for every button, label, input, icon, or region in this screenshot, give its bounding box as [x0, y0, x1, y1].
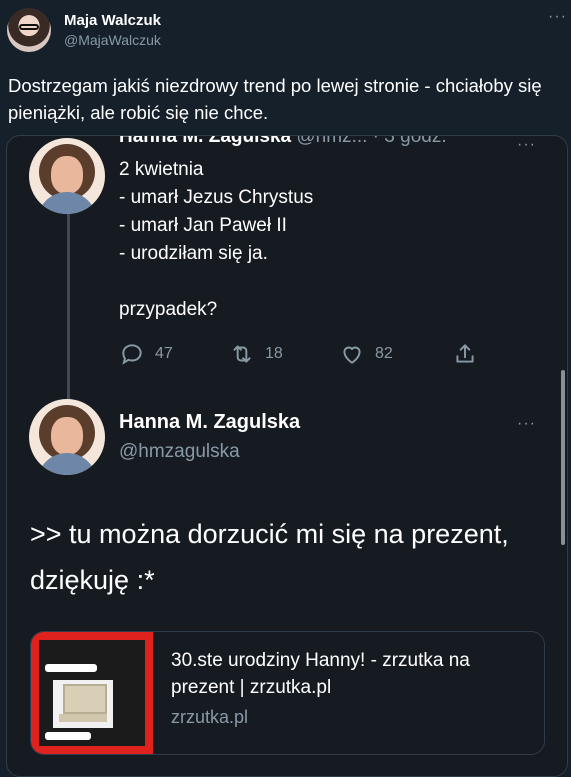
outer-author-handle[interactable]: @MajaWalczuk: [64, 32, 161, 48]
link-title[interactable]: 30.ste urodziny Hanny! - zrzutka na prez…: [171, 647, 531, 701]
computer-icon: [53, 680, 113, 728]
quoted1-header[interactable]: Hanna M. Zagulska @hmz... · 3 godz.: [119, 135, 447, 148]
quoted2-avatar[interactable]: [29, 399, 105, 475]
glasses-icon: [19, 24, 39, 30]
outer-author-name[interactable]: Maja Walczuk: [64, 12, 161, 29]
quoted1-meta: @hmz... · 3 godz.: [291, 135, 447, 147]
quoted1-author-name[interactable]: Hanna M. Zagulska: [119, 136, 291, 147]
like-count: 82: [375, 345, 393, 362]
link-domain: zrzutka.pl: [171, 707, 249, 727]
outer-avatar[interactable]: [7, 8, 51, 52]
quoted2-author-name[interactable]: Hanna M. Zagulska: [119, 411, 300, 434]
reply-count: 47: [155, 345, 173, 362]
quoted2-text: >> tu można dorzucić mi się na prezent, …: [30, 519, 509, 595]
share-button[interactable]: [452, 341, 478, 367]
reply-icon: [122, 344, 142, 365]
more-icon[interactable]: ···: [517, 136, 536, 154]
quoted1-avatar[interactable]: [29, 138, 105, 214]
link-preview-card[interactable]: 30.ste urodziny Hanny! - zrzutka na prez…: [30, 631, 545, 755]
retweet-icon: [233, 345, 251, 363]
scrollbar[interactable]: [561, 370, 565, 545]
share-icon: [456, 344, 474, 363]
retweet-count: 18: [265, 345, 283, 362]
thread-connector-line: [67, 214, 70, 404]
like-icon: [343, 346, 361, 364]
more-icon[interactable]: ···: [548, 8, 567, 26]
reply-button[interactable]: 47: [119, 341, 173, 367]
quoted1-text: 2 kwietnia - umarł Jezus Chrystus - umar…: [119, 159, 314, 320]
like-button[interactable]: 82: [339, 341, 393, 367]
more-icon[interactable]: ···: [517, 415, 536, 433]
link-thumbnail: [31, 632, 153, 754]
quoted-thread-panel[interactable]: Hanna M. Zagulska @hmz... · 3 godz. ··· …: [6, 135, 568, 777]
outer-tweet-text: Dostrzegam jakiś niezdrowy trend po lewe…: [8, 75, 542, 123]
retweet-button[interactable]: 18: [229, 341, 283, 367]
quoted2-author-handle[interactable]: @hmzagulska: [119, 441, 240, 463]
